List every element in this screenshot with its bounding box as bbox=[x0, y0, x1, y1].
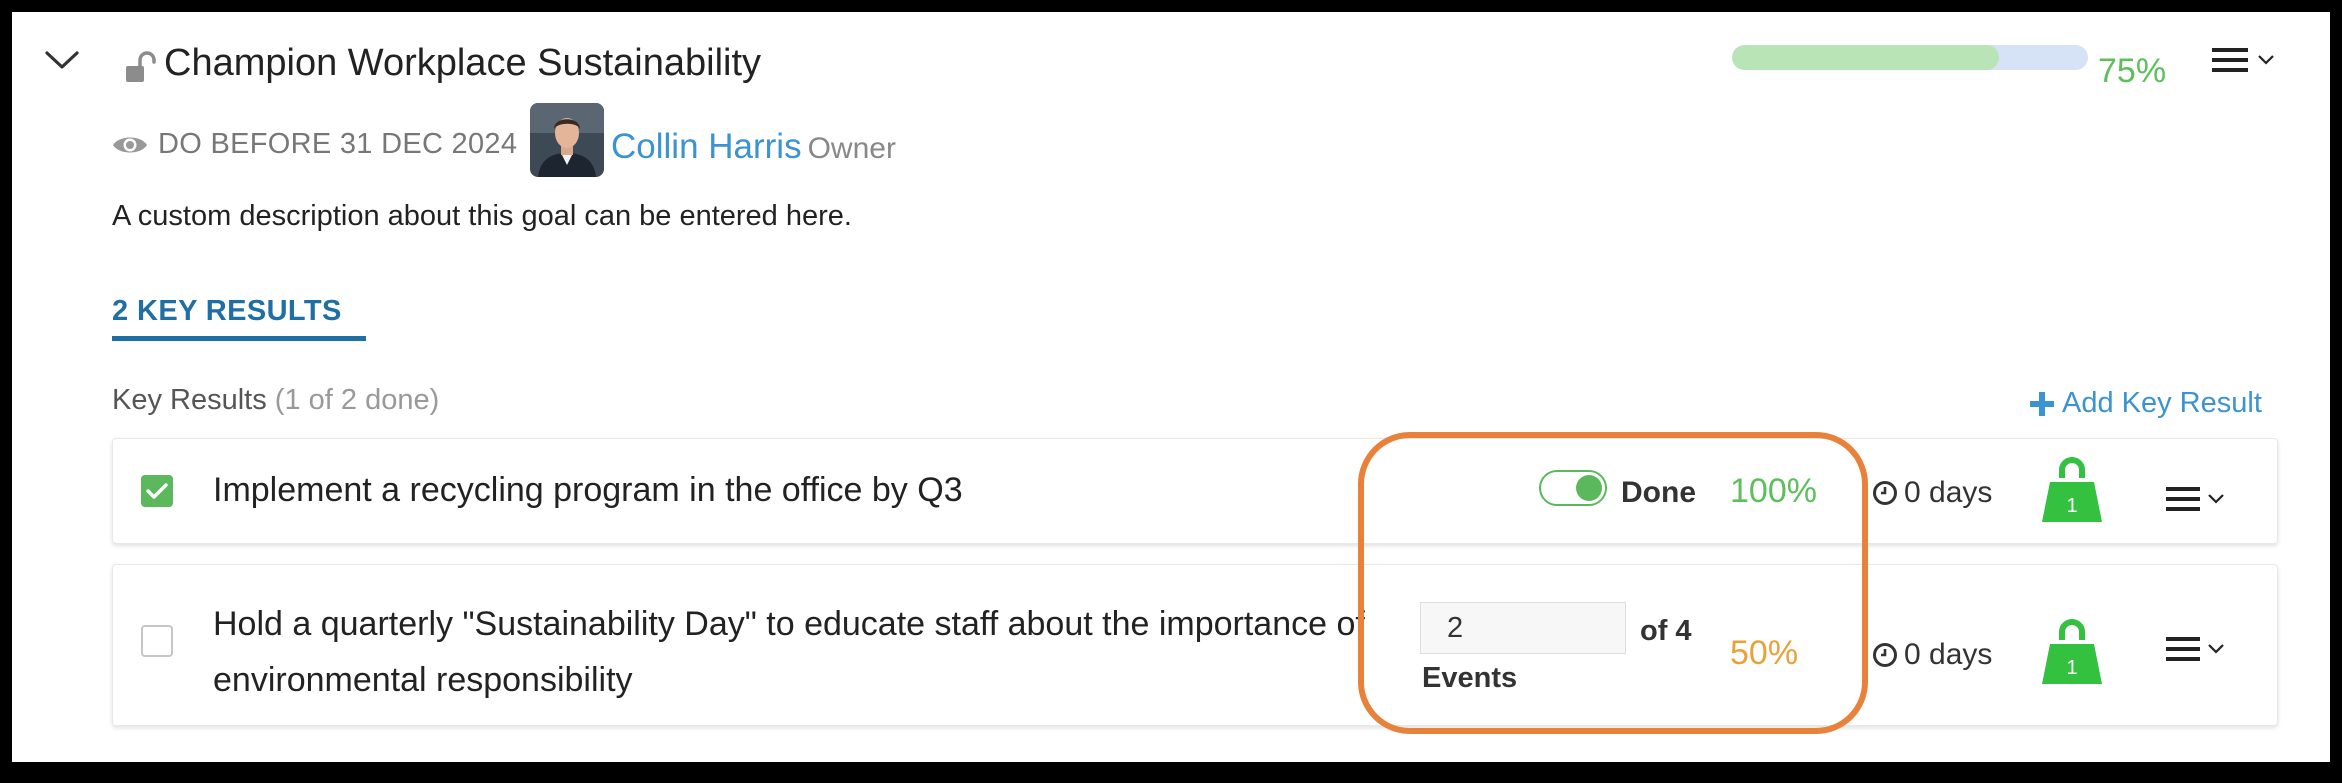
key-results-label: Key Results bbox=[112, 384, 267, 416]
key-result-days: 0 days bbox=[1872, 638, 1992, 672]
key-result-text[interactable]: Implement a recycling program in the off… bbox=[213, 463, 963, 517]
weight-value: 1 bbox=[2066, 495, 2077, 517]
add-key-result-button[interactable]: Add Key Result bbox=[2030, 387, 2262, 420]
key-result-days: 0 days bbox=[1872, 476, 1992, 510]
key-result-percent: 50% bbox=[1730, 634, 1799, 672]
unlock-icon[interactable] bbox=[124, 50, 160, 86]
chevron-down-icon bbox=[2208, 644, 2224, 654]
goal-deadline: DO BEFORE 31 DEC 2024 bbox=[112, 128, 517, 161]
goal-progress-fill bbox=[1732, 45, 1999, 70]
chevron-down-icon bbox=[2258, 55, 2274, 65]
hamburger-icon bbox=[2166, 487, 2200, 511]
unit-label: Events bbox=[1422, 662, 1518, 694]
add-key-result-label: Add Key Result bbox=[2062, 387, 2262, 419]
owner-role: Owner bbox=[807, 132, 896, 165]
key-result-value-input[interactable] bbox=[1420, 602, 1626, 654]
collapse-chevron-icon[interactable] bbox=[42, 40, 82, 80]
tab-active-underline bbox=[112, 336, 366, 341]
key-result-checkbox-unchecked[interactable] bbox=[141, 625, 173, 657]
key-result-menu-button[interactable] bbox=[2166, 486, 2224, 512]
weight-icon[interactable]: 1 bbox=[2040, 456, 2104, 524]
key-results-heading: Key Results (1 of 2 done) bbox=[112, 384, 439, 417]
tab-key-results[interactable]: 2 KEY RESULTS bbox=[112, 295, 342, 328]
days-text: 0 days bbox=[1904, 638, 1993, 671]
key-result-percent: 100% bbox=[1730, 472, 1817, 510]
plus-icon bbox=[2030, 391, 2054, 416]
goal-title: Champion Workplace Sustainability bbox=[164, 42, 762, 84]
check-icon bbox=[146, 483, 168, 499]
weight-icon[interactable]: 1 bbox=[2040, 618, 2104, 686]
eye-icon bbox=[113, 137, 147, 152]
clock-icon bbox=[1873, 643, 1897, 667]
key-result-text-line1[interactable]: Hold a quarterly "Sustainability Day" to… bbox=[213, 597, 1365, 651]
key-results-count: (1 of 2 done) bbox=[274, 384, 440, 416]
goal-menu-button[interactable] bbox=[2212, 46, 2274, 74]
done-label: Done bbox=[1621, 476, 1696, 509]
done-toggle[interactable] bbox=[1539, 470, 1607, 506]
key-result-menu-button[interactable] bbox=[2166, 636, 2224, 662]
clock-icon bbox=[1873, 481, 1897, 505]
deadline-text: DO BEFORE 31 DEC 2024 bbox=[158, 128, 518, 160]
avatar[interactable] bbox=[530, 103, 604, 177]
chevron-down-icon bbox=[2208, 494, 2224, 504]
goal-progress-percent: 75% bbox=[2098, 52, 2167, 90]
weight-value: 1 bbox=[2066, 657, 2077, 679]
key-result-checkbox-checked[interactable] bbox=[141, 475, 173, 507]
target-value-label: of 4 bbox=[1640, 615, 1692, 647]
goal-description: A custom description about this goal can… bbox=[112, 200, 852, 232]
owner-info: Collin Harris Owner bbox=[611, 127, 896, 167]
days-text: 0 days bbox=[1904, 476, 1993, 509]
toggle-knob bbox=[1576, 475, 1602, 501]
owner-name-link[interactable]: Collin Harris bbox=[611, 127, 802, 166]
goal-panel: Champion Workplace Sustainability 75% DO… bbox=[12, 12, 2330, 762]
hamburger-icon bbox=[2212, 48, 2248, 72]
key-result-text-line2[interactable]: environmental responsibility bbox=[213, 653, 633, 707]
goal-progress-bar bbox=[1732, 45, 2088, 70]
hamburger-icon bbox=[2166, 637, 2200, 661]
